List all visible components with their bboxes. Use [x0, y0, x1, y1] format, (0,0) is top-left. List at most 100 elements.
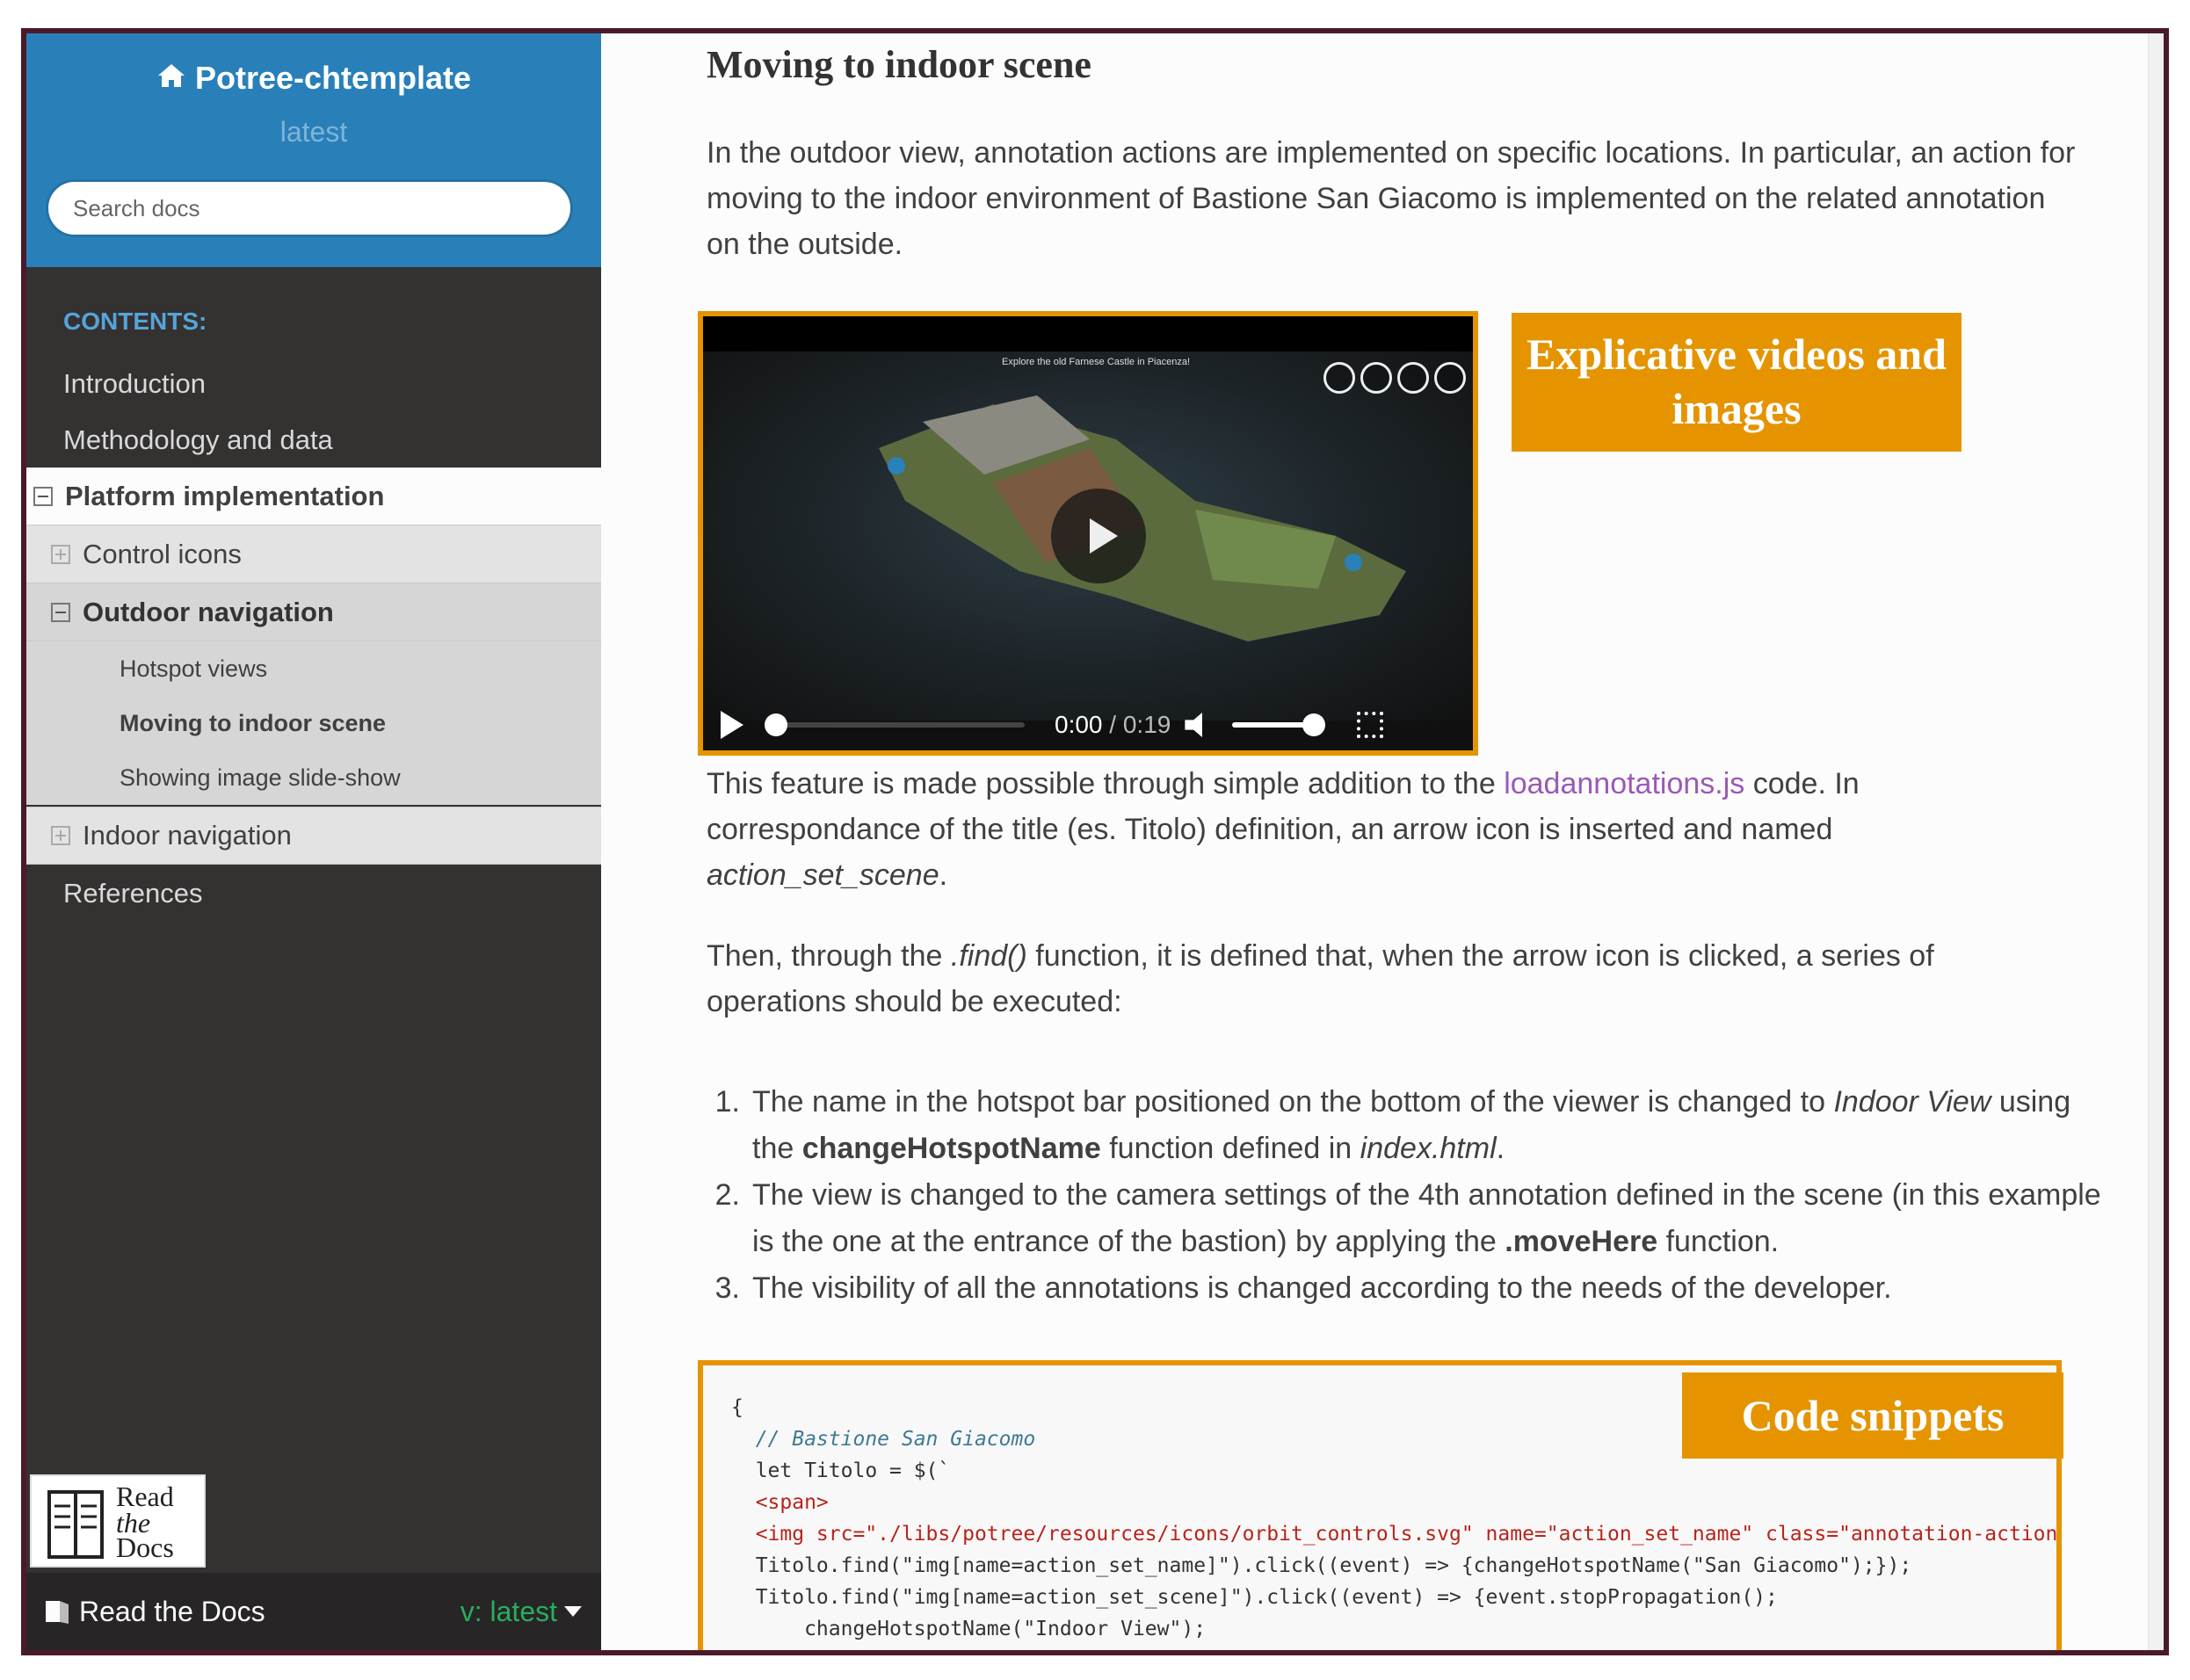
code-callout-label: Code snippets: [1682, 1372, 2063, 1459]
sidebar-item-label: Indoor navigation: [83, 820, 292, 851]
expand-icon[interactable]: [51, 544, 70, 564]
video-title: Explore the old Farnese Castle in Piacen…: [1002, 357, 1191, 367]
expand-icon[interactable]: [1434, 362, 1466, 394]
operations-list: 1. The name in the hotspot bar positione…: [707, 1079, 2104, 1312]
sidebar-item-label: Methodology and data: [63, 424, 333, 455]
sidebar-item-moving-to-indoor-scene[interactable]: Moving to indoor scene: [26, 696, 601, 750]
feature-paragraph: This feature is made possible through si…: [707, 761, 2078, 898]
rotate-icon[interactable]: [1360, 362, 1392, 394]
code-line: {: [731, 1396, 743, 1419]
list-text: The name in the hotspot bar positioned o…: [752, 1079, 2104, 1172]
sidebar-header: Potree-chtemplate latest: [26, 33, 601, 267]
sidebar-item-showing-image-slideshow[interactable]: Showing image slide-show: [26, 750, 601, 805]
seek-handle[interactable]: [765, 713, 787, 736]
code-line: let Titolo = $(`: [731, 1459, 951, 1482]
sidebar: Potree-chtemplate latest CONTENTS: Intro…: [26, 33, 601, 1650]
scrollbar[interactable]: [2148, 33, 2164, 1650]
sidebar-item-label: Hotspot views: [120, 655, 268, 682]
list-text: The visibility of all the annotations is…: [752, 1265, 2104, 1312]
text-run: function.: [1657, 1225, 1780, 1258]
list-item: 2. The view is changed to the camera set…: [707, 1172, 2104, 1265]
main-content: Moving to indoor scene In the outdoor vi…: [601, 33, 2164, 1650]
sidebar-item-methodology[interactable]: Methodology and data: [26, 411, 601, 469]
text-run: function defined in: [1100, 1132, 1360, 1165]
video-player[interactable]: Explore the old Farnese Castle in Piacen…: [698, 311, 1478, 756]
sidebar-item-label: Platform implementation: [65, 481, 385, 511]
intro-paragraph: In the outdoor view, annotation actions …: [707, 136, 2076, 261]
versions-bar[interactable]: Read the Docs v: latest: [26, 1573, 601, 1650]
list-text: The view is changed to the camera settin…: [752, 1172, 2104, 1265]
bold-run: changeHotspotName: [801, 1132, 1101, 1165]
code-line: Titolo.find("img[name=action_set_name]")…: [731, 1554, 1912, 1577]
versions-bar-label: Read the Docs: [79, 1595, 265, 1627]
text-run: .: [1496, 1132, 1505, 1165]
text-run: .: [939, 858, 948, 892]
camera-icon[interactable]: [1323, 362, 1355, 394]
sidebar-item-control-icons[interactable]: Control icons: [26, 525, 601, 583]
fullscreen-icon[interactable]: [1357, 712, 1384, 738]
sidebar-item-label: Showing image slide-show: [120, 764, 401, 791]
list-number: 3.: [714, 1271, 740, 1305]
text-run: This feature is made possible through si…: [707, 767, 1505, 800]
duration: 0:19: [1122, 711, 1171, 738]
video-letterbox: [703, 316, 1473, 351]
project-title: Potree-chtemplate: [194, 60, 472, 96]
sidebar-item-label: Moving to indoor scene: [120, 709, 387, 736]
italic-run: Indoor View: [1833, 1085, 1991, 1119]
search-input[interactable]: [46, 179, 573, 237]
versions-bar-title: Read the Docs: [42, 1596, 265, 1628]
list-number: 1.: [714, 1085, 740, 1119]
video-controls: 0:00 / 0:19: [703, 699, 1473, 750]
collapse-icon[interactable]: [51, 602, 70, 622]
loadannotations-link[interactable]: loadannotations.js: [1504, 767, 1744, 800]
version-label: latest: [279, 116, 348, 148]
caret-down-icon: [564, 1606, 582, 1617]
collapse-icon[interactable]: [33, 487, 53, 506]
sidebar-item-references[interactable]: References: [26, 865, 601, 923]
hand-icon[interactable]: [1397, 362, 1429, 394]
text-run: The view is changed to the camera settin…: [752, 1178, 2101, 1258]
version-selector-label: v: latest: [460, 1595, 557, 1627]
read-the-docs-logo[interactable]: Read the Docs: [30, 1474, 206, 1568]
video-time: 0:00 / 0:19: [1055, 711, 1171, 739]
volume-slider[interactable]: [1232, 713, 1326, 736]
list-number: 2.: [714, 1178, 740, 1212]
sidebar-item-introduction[interactable]: Introduction: [26, 355, 601, 413]
volume-handle[interactable]: [1302, 713, 1326, 736]
home-icon: [156, 60, 186, 97]
italic-run: .find(): [950, 939, 1027, 973]
logo-text-docs: Docs: [116, 1532, 174, 1563]
sidebar-item-platform-implementation[interactable]: Platform implementation: [26, 467, 601, 525]
sidebar-item-label: Outdoor navigation: [83, 596, 334, 627]
sidebar-item-label: References: [63, 878, 203, 909]
code-line: // Bastione San Giacomo: [731, 1428, 1036, 1451]
video-callout-label: Explicative videos and images: [1512, 313, 1962, 452]
big-play-button[interactable]: [1051, 489, 1146, 583]
find-paragraph: Then, through the .find() function, it i…: [707, 933, 2078, 1025]
volume-icon[interactable]: [1185, 713, 1202, 737]
sidebar-item-indoor-navigation[interactable]: Indoor navigation: [26, 807, 601, 865]
contents-caption: CONTENTS:: [63, 308, 207, 335]
seek-bar[interactable]: [765, 713, 1025, 736]
book-icon: [47, 1490, 104, 1559]
logo-text-read: Read: [116, 1481, 174, 1512]
code-line: changeHotspotName("Indoor View");: [731, 1618, 1207, 1640]
code-line: <span>: [731, 1491, 829, 1514]
project-home-link[interactable]: Potree-chtemplate: [26, 33, 601, 97]
sidebar-item-label: Control icons: [83, 538, 242, 569]
list-item: 1. The name in the hotspot bar positione…: [707, 1079, 2104, 1172]
bold-run: .moveHere: [1505, 1225, 1658, 1258]
play-icon[interactable]: [721, 711, 743, 739]
version-selector[interactable]: v: latest: [460, 1596, 582, 1628]
current-time: 0:00: [1055, 711, 1103, 738]
text-run: The visibility of all the annotations is…: [752, 1271, 1892, 1305]
viewer-toolbar: [1323, 362, 1466, 394]
sidebar-item-label: Introduction: [63, 368, 206, 399]
screenshot-frame: Potree-chtemplate latest CONTENTS: Intro…: [21, 28, 2169, 1655]
time-separator: /: [1102, 711, 1123, 738]
text-run: Then, through the: [707, 939, 951, 973]
page-heading: Moving to indoor scene: [707, 43, 1091, 86]
sidebar-item-outdoor-navigation[interactable]: Outdoor navigation: [26, 583, 601, 641]
sidebar-item-hotspot-views[interactable]: Hotspot views: [26, 641, 601, 696]
expand-icon[interactable]: [51, 826, 70, 845]
